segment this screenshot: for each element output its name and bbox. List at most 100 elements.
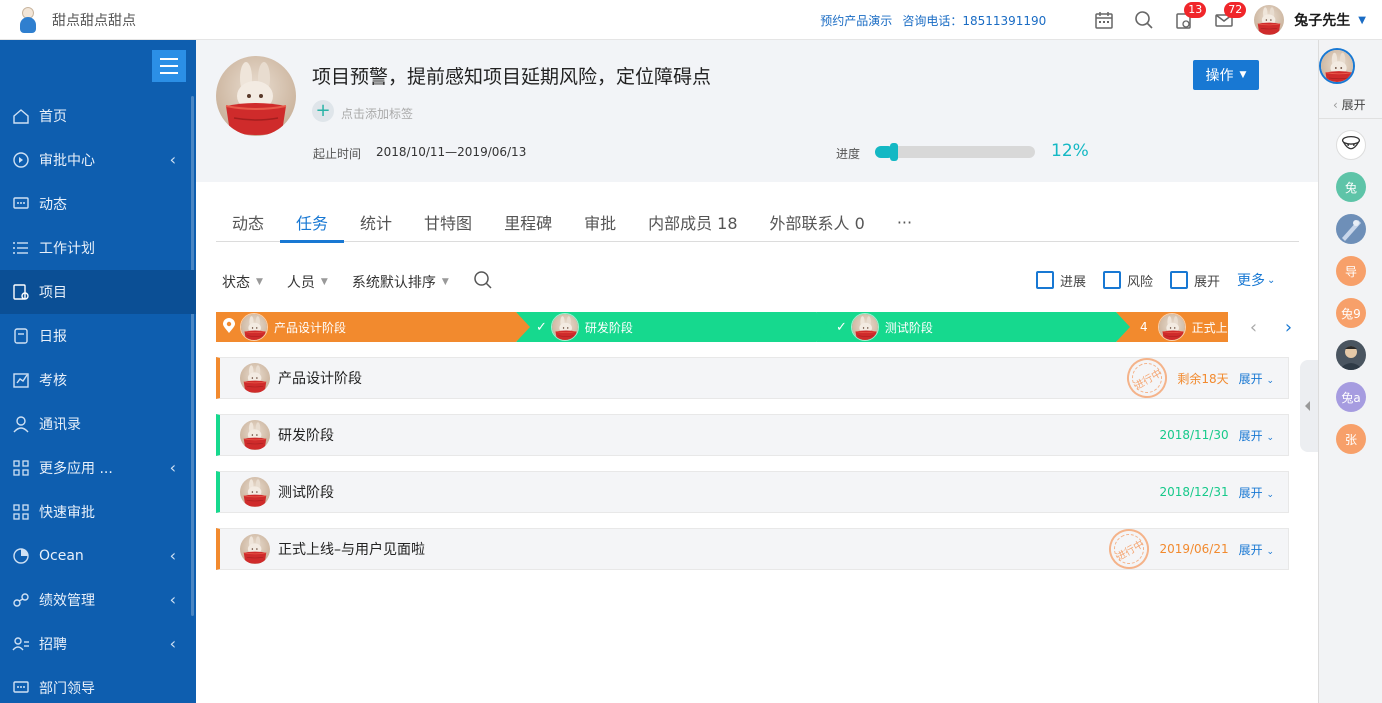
tab[interactable]: 外部联系人 0 — [754, 202, 881, 242]
progress-checkbox[interactable]: 进展 — [1036, 271, 1086, 290]
right-panel-toggle[interactable] — [1300, 360, 1318, 452]
dropdown-caret-icon: ▼ — [441, 277, 449, 287]
sidebar-item[interactable]: 绩效管理 ‹ — [0, 578, 196, 622]
member-avatar[interactable] — [1336, 130, 1366, 160]
sidebar-item[interactable]: 项目 — [0, 270, 196, 314]
chevron-down-icon: ⌄ — [1267, 274, 1276, 286]
stage-flow-segment[interactable]: 产品设计阶段 — [216, 312, 530, 342]
sidebar-item[interactable]: 日报 — [0, 314, 196, 358]
chevron-right-icon[interactable]: › — [1285, 317, 1292, 338]
menu-toggle-button[interactable] — [152, 50, 186, 82]
stamp-text: 进行中 — [1132, 367, 1165, 392]
tab[interactable]: 任务 — [280, 202, 345, 243]
chevron-left-icon: ‹ — [169, 590, 176, 609]
expand-checkbox-label: 展开 — [1194, 274, 1221, 290]
stage-avatar — [240, 534, 270, 564]
chevron-left-icon[interactable]: ‹ — [1250, 317, 1257, 338]
chevron-left-icon: ‹ — [169, 634, 176, 653]
sidebar-item[interactable]: 通讯录 — [0, 402, 196, 446]
stage-flow-bar: 产品设计阶段 ✓ 研发阶段 ✓ 测试阶段 4 正式上线 — [216, 312, 1228, 342]
stage-avatar — [240, 363, 270, 393]
stage-flow-segment[interactable]: ✓ 测试阶段 — [816, 312, 1130, 342]
sidebar-item[interactable]: 首页 — [0, 94, 196, 138]
stage-avatar — [240, 420, 270, 450]
checkbox-box[interactable] — [1036, 271, 1054, 289]
tab[interactable]: 审批 — [568, 202, 632, 242]
status-filter-label: 状态 — [222, 275, 250, 291]
tabs-more-button[interactable]: ··· — [881, 202, 928, 242]
member-avatar[interactable] — [1336, 340, 1366, 370]
sidebar-item[interactable]: 快速审批 — [0, 490, 196, 534]
operate-button[interactable]: 操作 ▼ — [1193, 60, 1259, 90]
sidebar-item[interactable]: 动态 — [0, 182, 196, 226]
stage-flow-segment[interactable]: ✓ 研发阶段 — [516, 312, 830, 342]
stage-card[interactable]: 测试阶段 2018/12/31 展开 ⌄ — [216, 471, 1289, 513]
book-demo-link[interactable]: 预约产品演示 — [820, 12, 892, 29]
sidebar-item[interactable]: 更多应用 ... ‹ — [0, 446, 196, 490]
member-avatar[interactable]: 兔9 — [1336, 298, 1366, 328]
sort-filter[interactable]: 系统默认排序 ▼ — [352, 272, 449, 292]
checkbox-box[interactable] — [1170, 271, 1189, 289]
sidebar-item-label: 通讯录 — [39, 417, 81, 433]
chevron-left-icon: ‹ — [1333, 98, 1338, 112]
pie-icon — [11, 546, 31, 566]
progress-knob[interactable] — [890, 143, 899, 161]
expand-checkbox[interactable]: 展开 — [1170, 271, 1220, 290]
stage-avatar — [1158, 313, 1186, 341]
checkbox-box[interactable] — [1103, 271, 1122, 289]
user-avatar[interactable] — [1254, 5, 1285, 35]
member-avatar[interactable]: 兔 — [1336, 172, 1366, 202]
sidebar-item[interactable]: 审批中心 ‹ — [0, 138, 196, 182]
stage-expand-button[interactable]: 展开 ⌄ — [1239, 484, 1274, 501]
tab[interactable]: 甘特图 — [408, 202, 488, 242]
member-avatar[interactable]: 张 — [1336, 424, 1366, 454]
more-options-button[interactable]: 更多 ⌄ — [1237, 270, 1275, 290]
assess-icon — [11, 370, 31, 390]
list-icon — [11, 238, 31, 258]
member-avatar[interactable]: 兔a — [1336, 382, 1366, 412]
sidebar-item[interactable]: 招聘 ‹ — [0, 622, 196, 666]
search-icon[interactable] — [1124, 0, 1164, 40]
divider — [1319, 118, 1382, 119]
risk-checkbox[interactable]: 风险 — [1103, 271, 1153, 290]
member-initial: 导 — [1344, 264, 1357, 279]
status-filter[interactable]: 状态 ▼ — [222, 272, 263, 292]
stage-expand-button[interactable]: 展开 ⌄ — [1239, 541, 1274, 558]
stage-date: 2018/12/31 — [1159, 485, 1229, 499]
progress-slider[interactable] — [875, 143, 1035, 161]
filter-search-icon[interactable] — [473, 270, 493, 294]
sidebar-item[interactable]: 工作计划 — [0, 226, 196, 270]
chevron-left-icon: ‹ — [169, 150, 176, 169]
member-avatar[interactable]: 导 — [1336, 256, 1366, 286]
stamp-text: 进行中 — [1114, 538, 1147, 563]
tab[interactable]: 里程碑 — [488, 202, 568, 242]
calendar-icon[interactable] — [1084, 0, 1124, 40]
sidebar-item[interactable]: Ocean ‹ — [0, 534, 196, 578]
mail-icon[interactable]: 72 — [1204, 0, 1247, 40]
chevron-down-icon: ⌄ — [1266, 489, 1274, 500]
stage-card[interactable]: 产品设计阶段 进行中 剩余18天 展开 ⌄ — [216, 350, 1289, 406]
add-tag-link[interactable]: 点击添加标签 — [341, 105, 413, 122]
member-avatar[interactable] — [1336, 214, 1366, 244]
tab[interactable]: 统计 — [344, 202, 408, 242]
person-filter[interactable]: 人员 ▼ — [287, 272, 328, 292]
add-tag-plus-icon[interactable]: + — [312, 100, 334, 122]
stage-card[interactable]: 研发阶段 2018/11/30 展开 ⌄ — [216, 414, 1289, 456]
user-name[interactable]: 兔子先生 — [1294, 10, 1350, 30]
stage-expand-button[interactable]: 展开 ⌄ — [1239, 370, 1274, 387]
member-panel-expand[interactable]: ‹ 展开 — [1333, 96, 1366, 113]
sidebar-item[interactable]: 部门领导 — [0, 666, 196, 703]
tab[interactable]: 内部成员 18 — [632, 202, 753, 242]
app-logo[interactable] — [18, 5, 40, 35]
tab[interactable]: 动态 — [216, 202, 280, 242]
stage-flow-segment[interactable]: 4 正式上线 — [1116, 312, 1228, 342]
notification-icon[interactable]: 13 — [1164, 0, 1207, 40]
user-menu-caret-icon[interactable]: ▼ — [1358, 15, 1366, 26]
progress-percent: 12% — [1051, 141, 1089, 161]
owner-avatar[interactable] — [1319, 48, 1357, 86]
stage-expand-button[interactable]: 展开 ⌄ — [1239, 427, 1274, 444]
chevron-left-icon: ‹ — [169, 458, 176, 477]
stage-card[interactable]: 正式上线–与用户见面啦 进行中 2019/06/21 展开 ⌄ — [216, 521, 1289, 577]
sidebar-item[interactable]: 考核 — [0, 358, 196, 402]
member-initial: 兔9 — [1341, 306, 1361, 321]
